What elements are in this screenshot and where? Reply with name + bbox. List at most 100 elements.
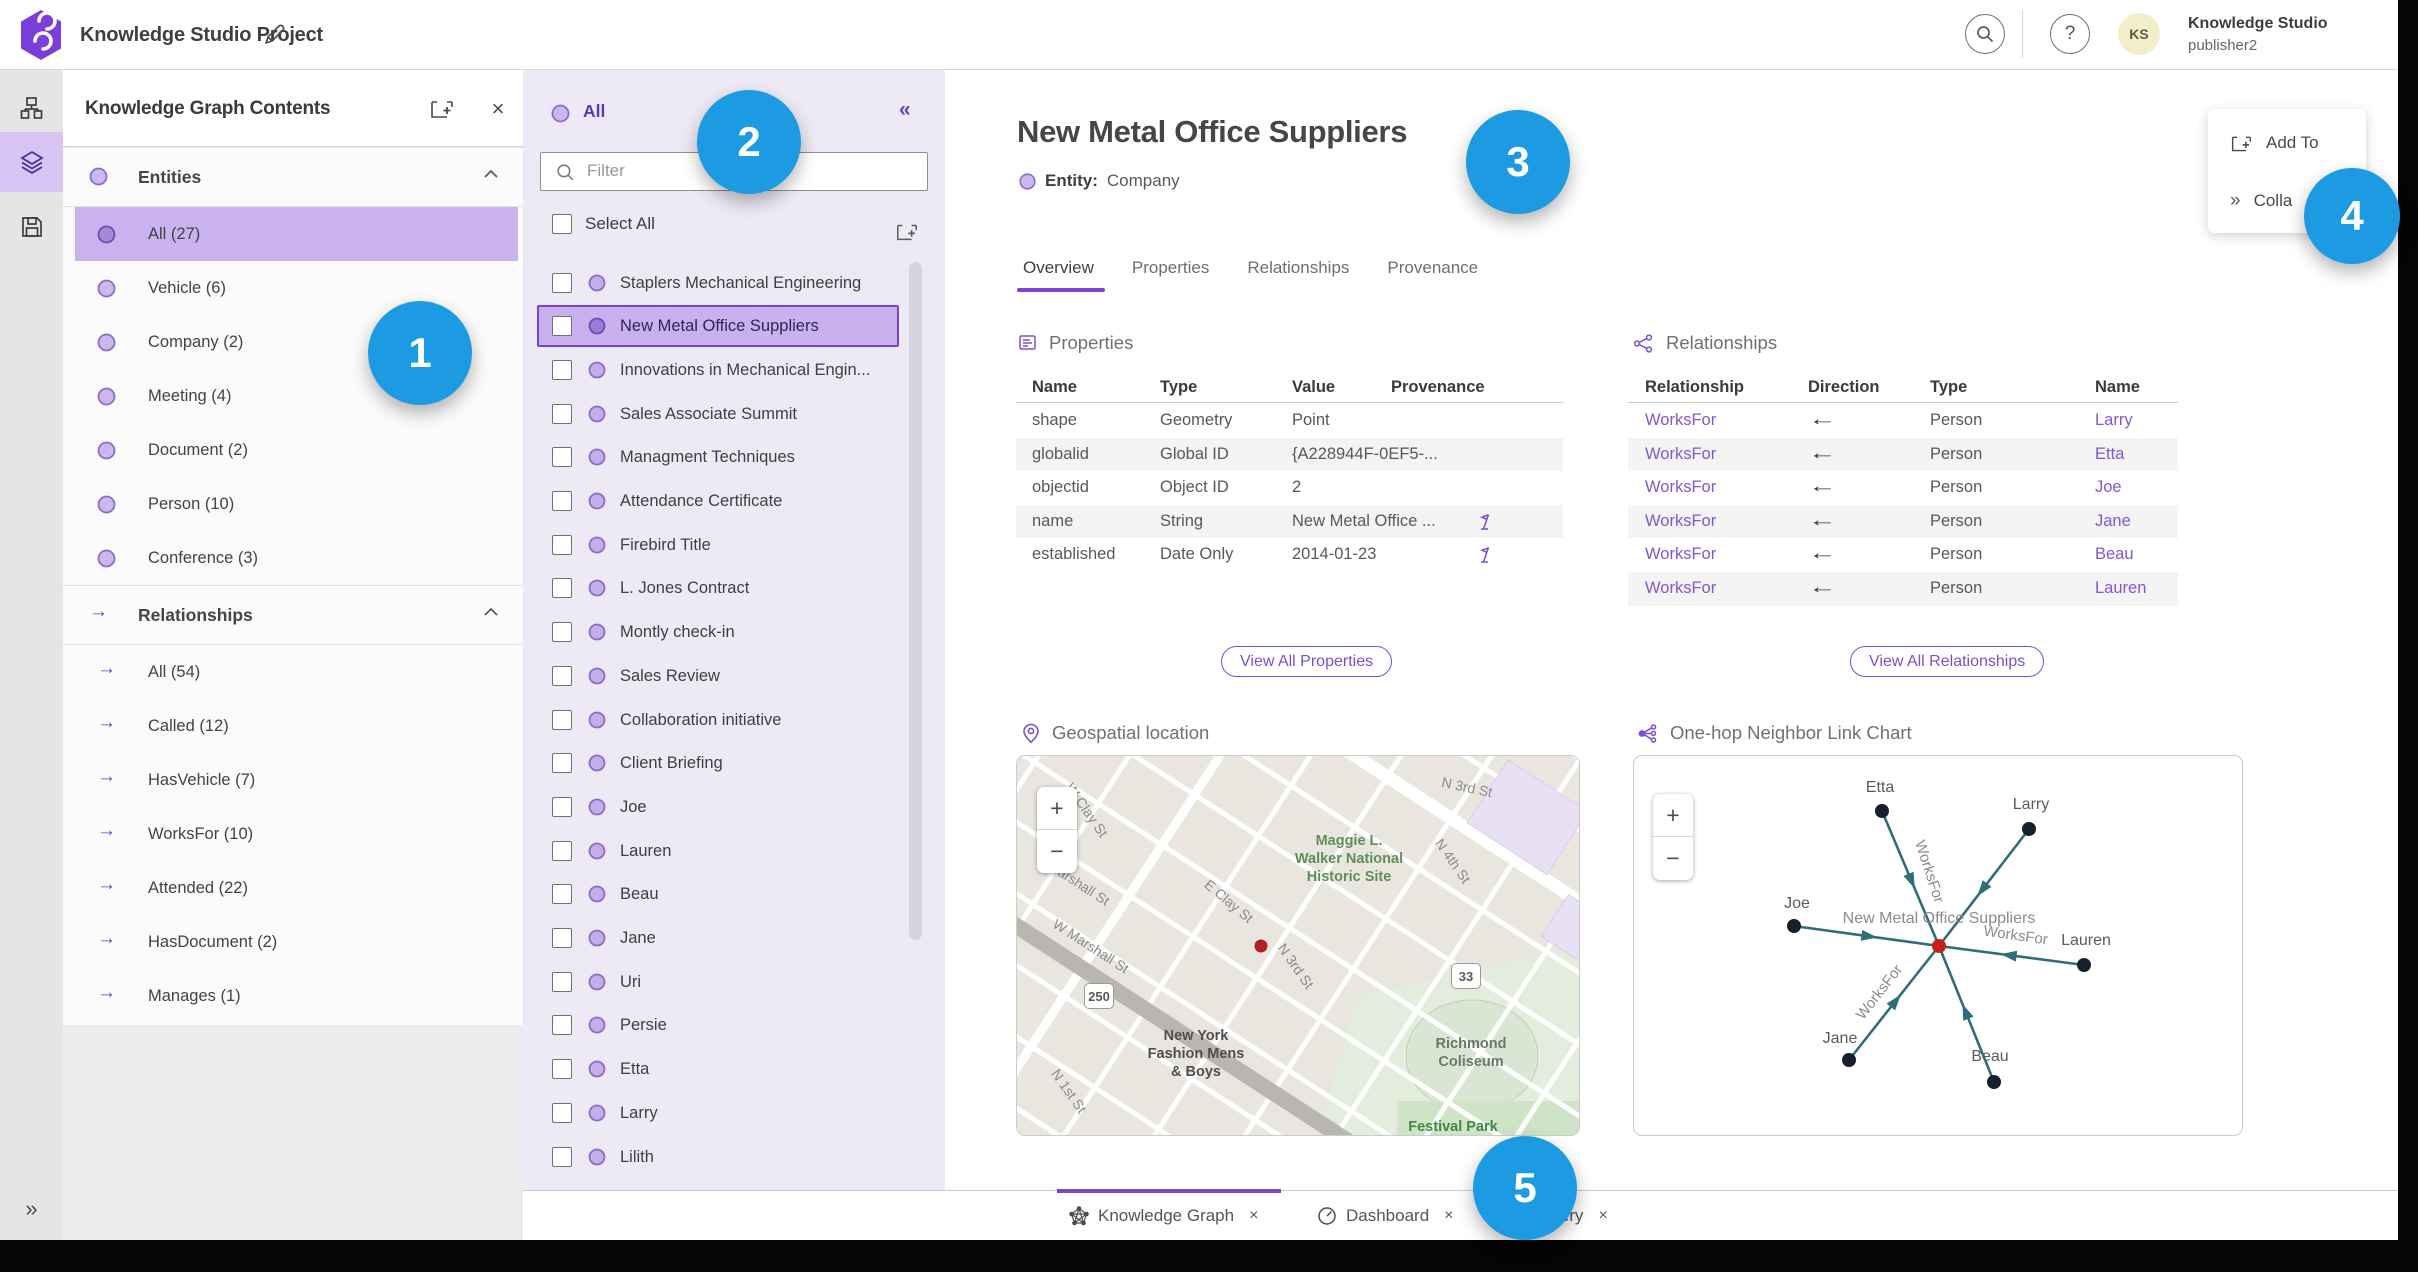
add-selection-icon[interactable] (895, 220, 919, 244)
expand-rail-icon[interactable]: » (0, 1196, 63, 1222)
item-checkbox[interactable] (552, 403, 572, 424)
avatar[interactable]: KS (2118, 13, 2160, 55)
relationship-link[interactable]: WorksFor (1645, 579, 1716, 598)
entity-list-item[interactable]: Client Briefing (523, 741, 945, 785)
item-checkbox[interactable] (552, 272, 572, 293)
contents-item[interactable]: → HasVehicle (7) (63, 753, 523, 807)
zoom-out-button[interactable]: − (1037, 830, 1077, 873)
entity-list-item[interactable]: Lauren (523, 829, 945, 873)
item-checkbox[interactable] (552, 840, 572, 861)
contents-item[interactable]: All (27) (63, 207, 523, 261)
tab-provenance[interactable]: Provenance (1387, 258, 1478, 278)
section-header-entities[interactable]: Entities (63, 147, 523, 207)
bottom-tab-dashboard[interactable]: Dashboard × (1305, 1191, 1468, 1240)
relationship-link[interactable]: WorksFor (1645, 512, 1716, 531)
close-tab-icon[interactable]: × (1249, 1207, 1258, 1225)
rel-name-link[interactable]: Larry (2095, 411, 2133, 430)
entity-list-item[interactable]: Jane (523, 916, 945, 960)
entity-list-item[interactable]: Larry (523, 1091, 945, 1135)
item-checkbox[interactable] (552, 534, 572, 555)
contents-item[interactable]: → Manages (1) (63, 969, 523, 1023)
close-tab-icon[interactable]: × (1598, 1207, 1607, 1225)
relationship-link[interactable]: WorksFor (1645, 478, 1716, 497)
entity-type-filter[interactable]: All (583, 101, 605, 122)
provenance-flag-icon[interactable] (1478, 513, 1495, 531)
contents-item[interactable]: Conference (3) (63, 531, 523, 585)
zoom-in-button[interactable]: + (1037, 787, 1077, 830)
item-checkbox[interactable] (552, 971, 572, 992)
item-checkbox[interactable] (552, 622, 572, 643)
save-tool-icon[interactable] (0, 197, 63, 257)
entity-list-item[interactable]: Attendance Certificate (523, 479, 945, 523)
item-checkbox[interactable] (552, 753, 572, 774)
add-to-new-map-icon[interactable] (429, 96, 455, 122)
item-checkbox[interactable] (552, 709, 572, 730)
scrollbar[interactable] (909, 262, 922, 940)
entity-list-item[interactable]: Etta (523, 1047, 945, 1091)
tab-relationships[interactable]: Relationships (1247, 258, 1349, 278)
contents-item[interactable]: → HasDocument (2) (63, 915, 523, 969)
rel-name-link[interactable]: Etta (2095, 445, 2124, 464)
item-checkbox[interactable] (552, 578, 572, 599)
zoom-in-button[interactable]: + (1653, 794, 1693, 837)
zoom-out-button[interactable]: − (1653, 837, 1693, 880)
search-button[interactable] (1965, 14, 2005, 54)
view-all-properties-button[interactable]: View All Properties (1221, 646, 1393, 677)
model-tool-icon[interactable] (0, 78, 63, 138)
item-checkbox[interactable] (552, 491, 572, 511)
item-checkbox[interactable] (552, 447, 572, 468)
rel-name-link[interactable]: Jane (2095, 512, 2131, 531)
rel-name-link[interactable]: Lauren (2095, 579, 2146, 598)
entity-list-item[interactable]: New Metal Office Suppliers (523, 304, 945, 348)
chevron-up-icon[interactable] (483, 167, 499, 183)
item-checkbox[interactable] (552, 1102, 572, 1123)
item-checkbox[interactable] (552, 884, 572, 905)
contents-item[interactable]: → Attended (22) (63, 861, 523, 915)
entity-list-item[interactable]: Staplers Mechanical Engineering (523, 261, 945, 305)
relationship-link[interactable]: WorksFor (1645, 411, 1716, 430)
entity-list-item[interactable]: Collaboration initiative (523, 698, 945, 742)
entity-list-item[interactable]: Uri (523, 960, 945, 1004)
entity-list-item[interactable]: L. Jones Contract (523, 566, 945, 610)
contents-item[interactable]: → WorksFor (10) (63, 807, 523, 861)
close-tab-icon[interactable]: × (1444, 1207, 1453, 1225)
relationship-link[interactable]: WorksFor (1645, 545, 1716, 564)
item-checkbox[interactable] (552, 359, 572, 380)
rel-name-link[interactable]: Joe (2095, 478, 2122, 497)
entity-list-item[interactable]: Sales Review (523, 654, 945, 698)
entity-list-item[interactable]: Beau (523, 872, 945, 916)
link-chart[interactable]: Etta Larry Joe Lauren Jane Beau New Metal Offi… (1633, 755, 2243, 1136)
entity-list-item[interactable]: Lilith (523, 1135, 945, 1179)
close-panel-icon[interactable]: × (485, 96, 511, 122)
tab-properties[interactable]: Properties (1132, 258, 1209, 278)
item-checkbox[interactable] (552, 1146, 572, 1167)
provenance-flag-icon[interactable] (1478, 546, 1495, 564)
entity-list-item[interactable]: Sales Associate Summit (523, 392, 945, 436)
collapse-panel-icon[interactable]: « (899, 98, 911, 122)
layers-tool-icon[interactable] (0, 132, 63, 192)
item-checkbox[interactable] (552, 316, 572, 337)
edit-title-icon[interactable] (260, 21, 288, 49)
contents-item[interactable]: Person (10) (63, 477, 523, 531)
section-header-relationships[interactable]: → Relationships (63, 585, 523, 645)
entity-list-item[interactable]: Persie (523, 1003, 945, 1047)
contents-item[interactable]: → Called (12) (63, 699, 523, 753)
item-checkbox[interactable] (552, 1059, 572, 1080)
view-all-relationships-button[interactable]: View All Relationships (1850, 646, 2045, 677)
entity-list-item[interactable]: Joe (523, 785, 945, 829)
entity-list-item[interactable]: Managment Techniques (523, 435, 945, 479)
select-all-checkbox[interactable] (552, 214, 572, 234)
item-checkbox[interactable] (552, 665, 572, 686)
tab-overview[interactable]: Overview (1023, 258, 1094, 278)
app-logo-icon[interactable] (18, 9, 64, 61)
chevron-up-icon[interactable] (483, 605, 499, 621)
relationship-link[interactable]: WorksFor (1645, 445, 1716, 464)
item-checkbox[interactable] (552, 796, 572, 817)
add-to-menu-item[interactable]: Add To (2208, 123, 2366, 163)
contents-item[interactable]: Vehicle (6) (63, 261, 523, 315)
entity-list-item[interactable]: Innovations in Mechanical Engin... (523, 348, 945, 392)
help-button[interactable]: ? (2050, 14, 2090, 54)
entity-list-item[interactable]: Firebird Title (523, 523, 945, 567)
bottom-tab-knowledge-graph[interactable]: Knowledge Graph × (1057, 1189, 1281, 1240)
item-checkbox[interactable] (552, 1015, 572, 1036)
